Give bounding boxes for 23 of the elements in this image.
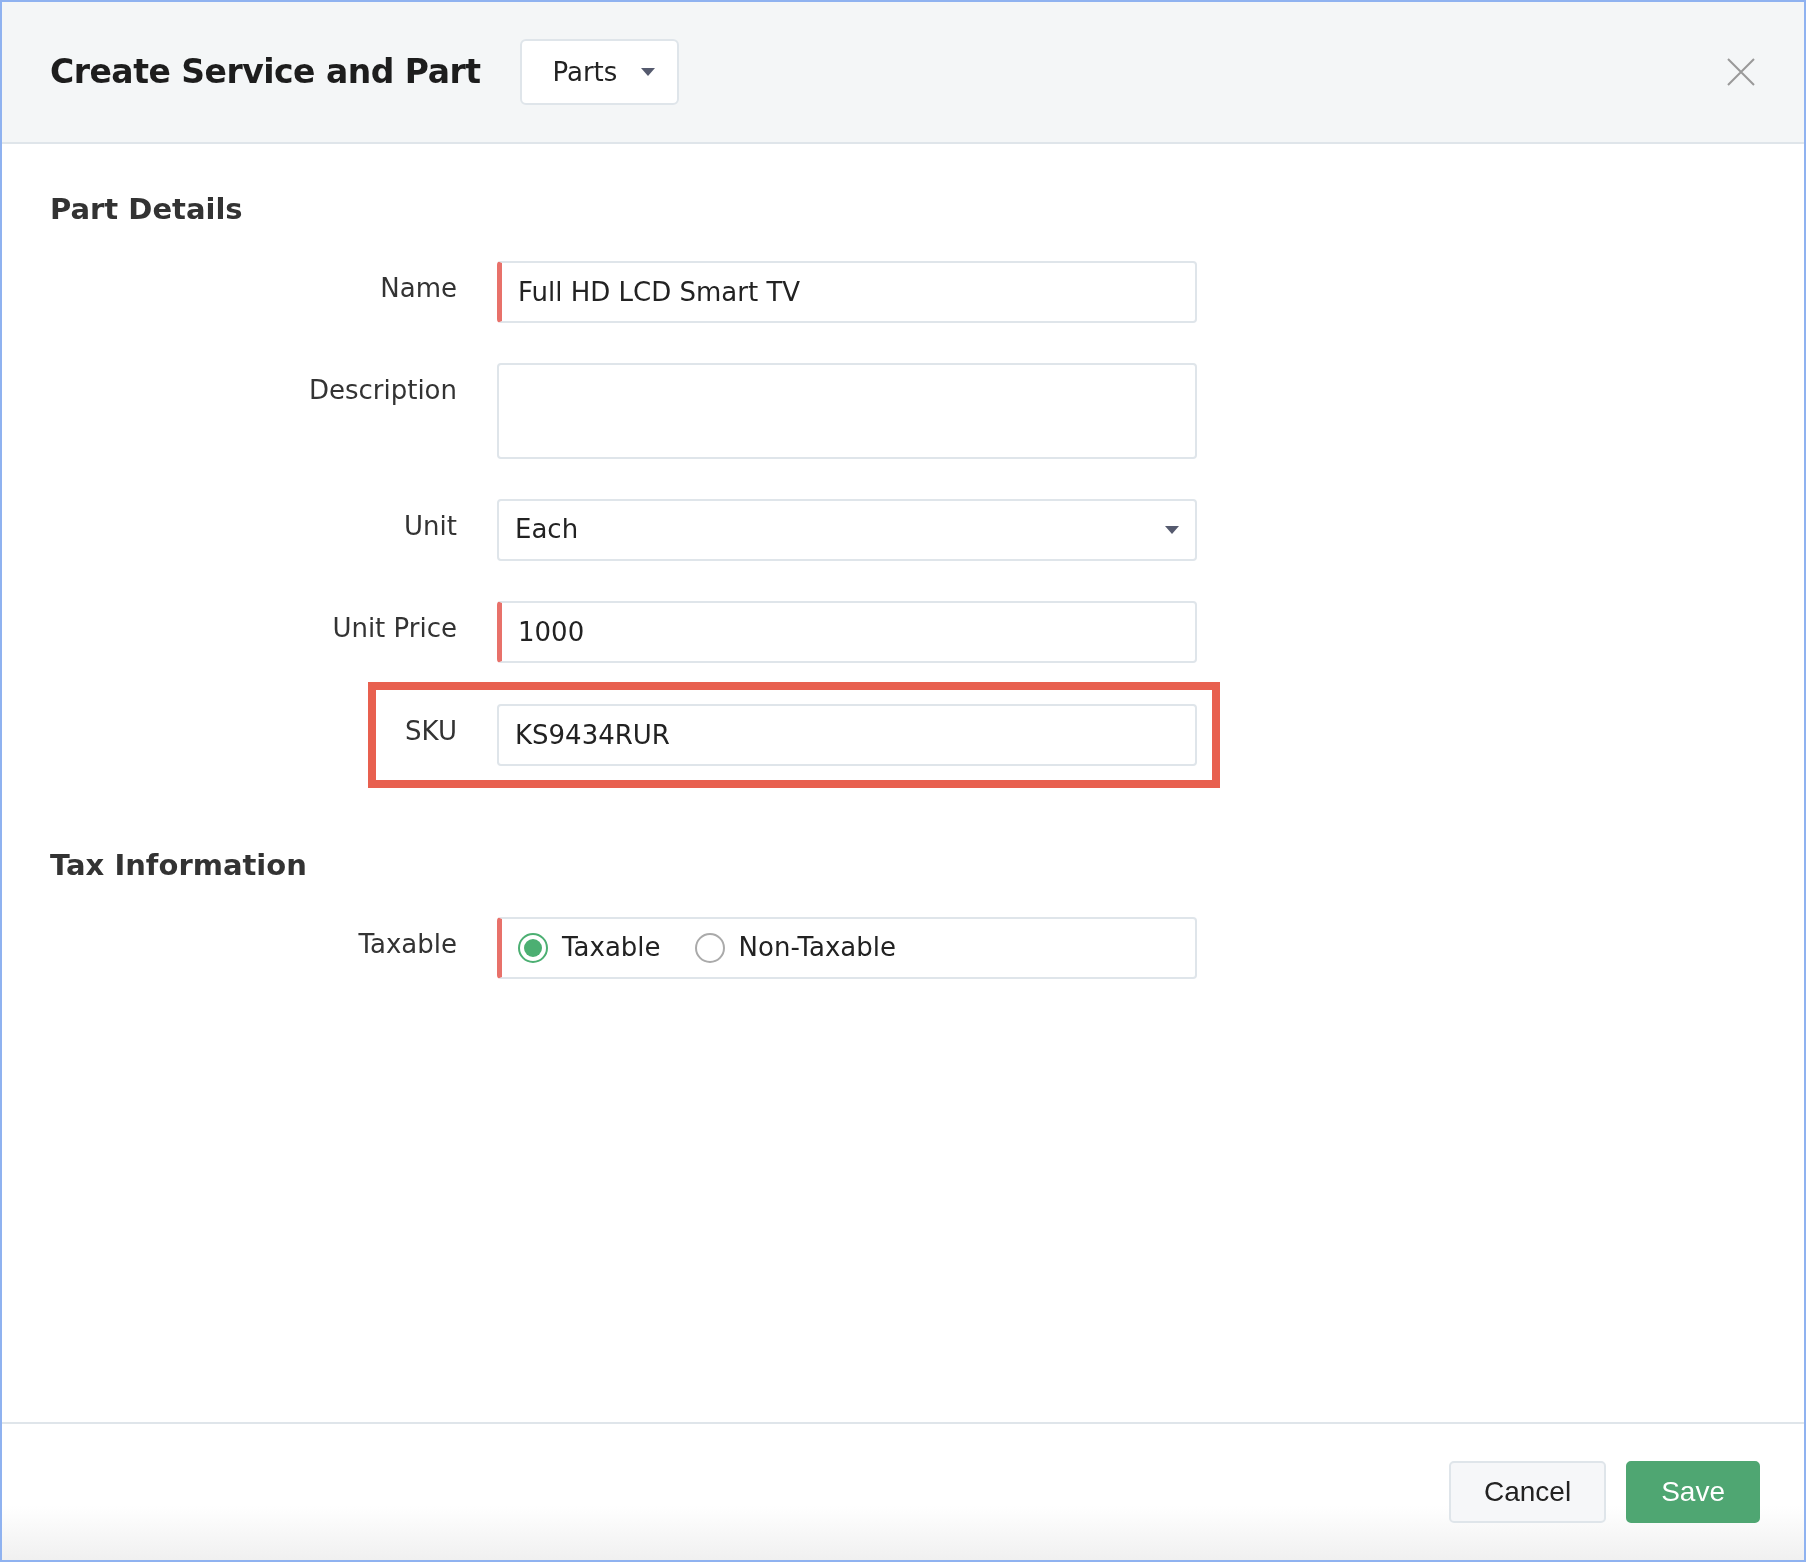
field-label: Unit Price bbox=[331, 611, 457, 645]
field-label: Unit bbox=[403, 509, 457, 543]
section-title: Part Details bbox=[50, 192, 244, 227]
close-button[interactable] bbox=[1726, 57, 1756, 87]
text-field[interactable]: KS9434RUR bbox=[497, 703, 1197, 766]
field-label: Taxable bbox=[357, 927, 457, 961]
type-dropdown[interactable]: Parts bbox=[520, 39, 680, 105]
section-title: Tax Information bbox=[50, 847, 308, 883]
field-label: Name bbox=[379, 271, 457, 305]
field-label: SKU bbox=[404, 714, 457, 748]
text-field[interactable]: 1000 bbox=[497, 600, 1197, 663]
field-label: Description bbox=[307, 373, 457, 407]
caret-icon bbox=[641, 68, 656, 76]
radio-label: Non-Taxable bbox=[738, 931, 896, 965]
caret-icon bbox=[1165, 525, 1179, 534]
cancel-button[interactable]: Cancel bbox=[1449, 1461, 1607, 1523]
radio-button[interactable] bbox=[694, 932, 725, 963]
textarea-field[interactable] bbox=[497, 362, 1197, 459]
radio-label: Taxable bbox=[562, 931, 661, 965]
text-field[interactable]: Full HD LCD Smart TV bbox=[497, 260, 1197, 323]
dialog-title: Create Service and Part bbox=[50, 52, 481, 92]
radio-button[interactable] bbox=[518, 932, 548, 963]
select-field[interactable]: Each bbox=[497, 498, 1197, 561]
